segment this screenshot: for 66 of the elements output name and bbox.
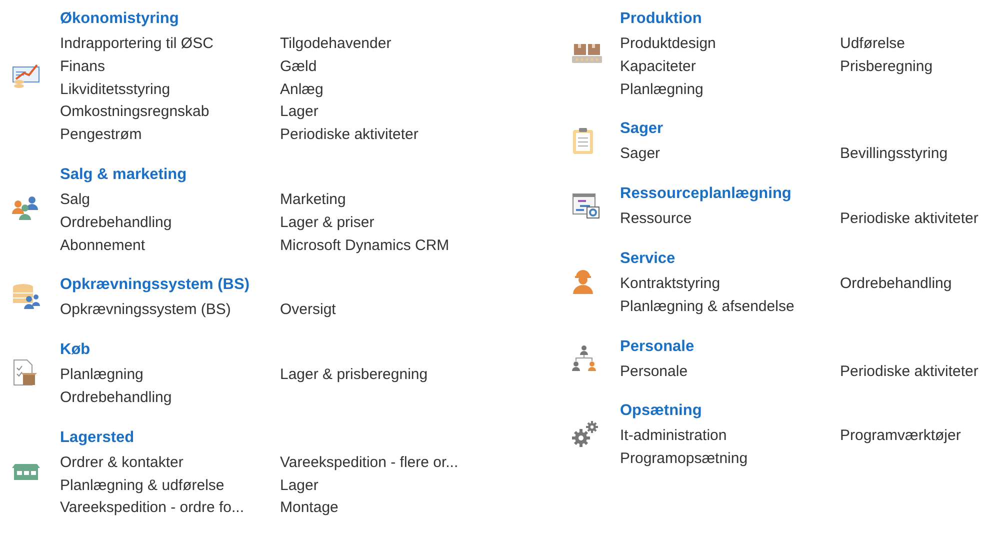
module-link[interactable]: Personale bbox=[620, 360, 688, 384]
module-link[interactable]: Ressource bbox=[620, 208, 692, 231]
module-link[interactable]: Kontraktstyring bbox=[620, 272, 720, 296]
coins-icon bbox=[12, 284, 40, 310]
schedule-gear-icon bbox=[572, 192, 600, 219]
module-heading[interactable]: Sager bbox=[620, 120, 664, 138]
module-link[interactable]: Periodiske aktiviteter bbox=[280, 124, 418, 147]
module-heading[interactable]: Opsætning bbox=[620, 402, 702, 420]
module-heading[interactable]: Køb bbox=[60, 341, 90, 358]
module-link[interactable]: Anlæg bbox=[280, 78, 324, 102]
module-link[interactable]: Produktdesign bbox=[620, 33, 716, 56]
module-link[interactable]: Planlægning & udførelse bbox=[60, 474, 224, 498]
module-heading[interactable]: Salg & marketing bbox=[60, 166, 187, 183]
module-link[interactable]: Pengestrøm bbox=[60, 124, 142, 147]
module-link[interactable]: Ordrer & kontakter bbox=[60, 452, 184, 475]
module-link[interactable]: Lager & prisberegning bbox=[280, 364, 428, 387]
module-link[interactable]: Omkostningsregnskab bbox=[60, 101, 210, 124]
worker-icon bbox=[572, 268, 594, 295]
module-link[interactable]: Tilgodehavender bbox=[280, 33, 392, 56]
module-link[interactable]: Marketing bbox=[280, 188, 346, 212]
clipboard-icon bbox=[572, 126, 594, 155]
module-link[interactable]: Opkrævningssystem (BS) bbox=[60, 299, 231, 322]
module-link[interactable]: Programværktøjer bbox=[840, 425, 961, 448]
module-link[interactable]: Programopsætning bbox=[620, 448, 748, 471]
module-link[interactable]: Gæld bbox=[280, 56, 317, 79]
module-link[interactable]: Lager bbox=[280, 474, 318, 498]
module-link[interactable]: Lager & priser bbox=[280, 212, 374, 235]
module-link[interactable]: Vareekspedition - flere or... bbox=[280, 452, 458, 475]
module-link[interactable]: Salg bbox=[60, 188, 90, 212]
chart-icon bbox=[12, 62, 42, 90]
module-link[interactable]: Indrapportering til ØSC bbox=[60, 33, 214, 56]
module-heading[interactable]: Service bbox=[620, 250, 676, 267]
module-link[interactable]: Sager bbox=[620, 143, 660, 166]
module-link[interactable]: Planlægning bbox=[620, 78, 704, 102]
checklist-box-icon bbox=[12, 358, 38, 387]
module-heading[interactable]: Personale bbox=[620, 338, 694, 355]
module-heading[interactable]: Produktion bbox=[620, 10, 702, 27]
people-icon bbox=[12, 196, 40, 222]
module-link[interactable]: Periodiske aktiviteter bbox=[840, 208, 978, 231]
module-link[interactable]: Vareekspedition - ordre fo... bbox=[60, 497, 244, 520]
boxes-icon bbox=[572, 41, 602, 66]
module-heading[interactable]: Opkrævningssystem (BS) bbox=[60, 276, 250, 294]
module-link[interactable]: Lager bbox=[280, 101, 318, 124]
module-link[interactable]: Periodiske aktiviteter bbox=[840, 360, 978, 384]
module-heading[interactable]: Økonomistyring bbox=[60, 10, 179, 27]
module-link[interactable]: Likviditetsstyring bbox=[60, 78, 170, 102]
module-link[interactable]: Bevillingsstyring bbox=[840, 143, 948, 166]
module-link[interactable]: Ordrebehandling bbox=[60, 212, 172, 235]
module-link[interactable]: Finans bbox=[60, 56, 106, 79]
module-link[interactable]: Ordrebehandling bbox=[840, 272, 952, 296]
org-chart-icon bbox=[572, 344, 596, 371]
module-link[interactable]: Montage bbox=[280, 497, 338, 520]
module-heading[interactable]: Ressourceplanlægning bbox=[620, 185, 792, 202]
module-link[interactable]: Oversigt bbox=[280, 299, 336, 322]
module-link[interactable]: Microsoft Dynamics CRM bbox=[280, 234, 450, 258]
gears-icon bbox=[572, 421, 598, 448]
module-link[interactable]: Prisberegning bbox=[840, 56, 933, 79]
module-link[interactable]: Kapaciteter bbox=[620, 56, 696, 79]
module-link[interactable]: It-administration bbox=[620, 425, 727, 448]
module-link[interactable]: Udførelse bbox=[840, 33, 906, 56]
warehouse-icon bbox=[12, 462, 40, 481]
module-link[interactable]: Abonnement bbox=[60, 234, 146, 258]
module-link[interactable]: Planlægning & afsendelse bbox=[620, 296, 794, 319]
module-heading[interactable]: Lagersted bbox=[60, 428, 134, 446]
module-link[interactable]: Planlægning bbox=[60, 364, 144, 387]
module-link[interactable]: Ordrebehandling bbox=[60, 386, 172, 410]
